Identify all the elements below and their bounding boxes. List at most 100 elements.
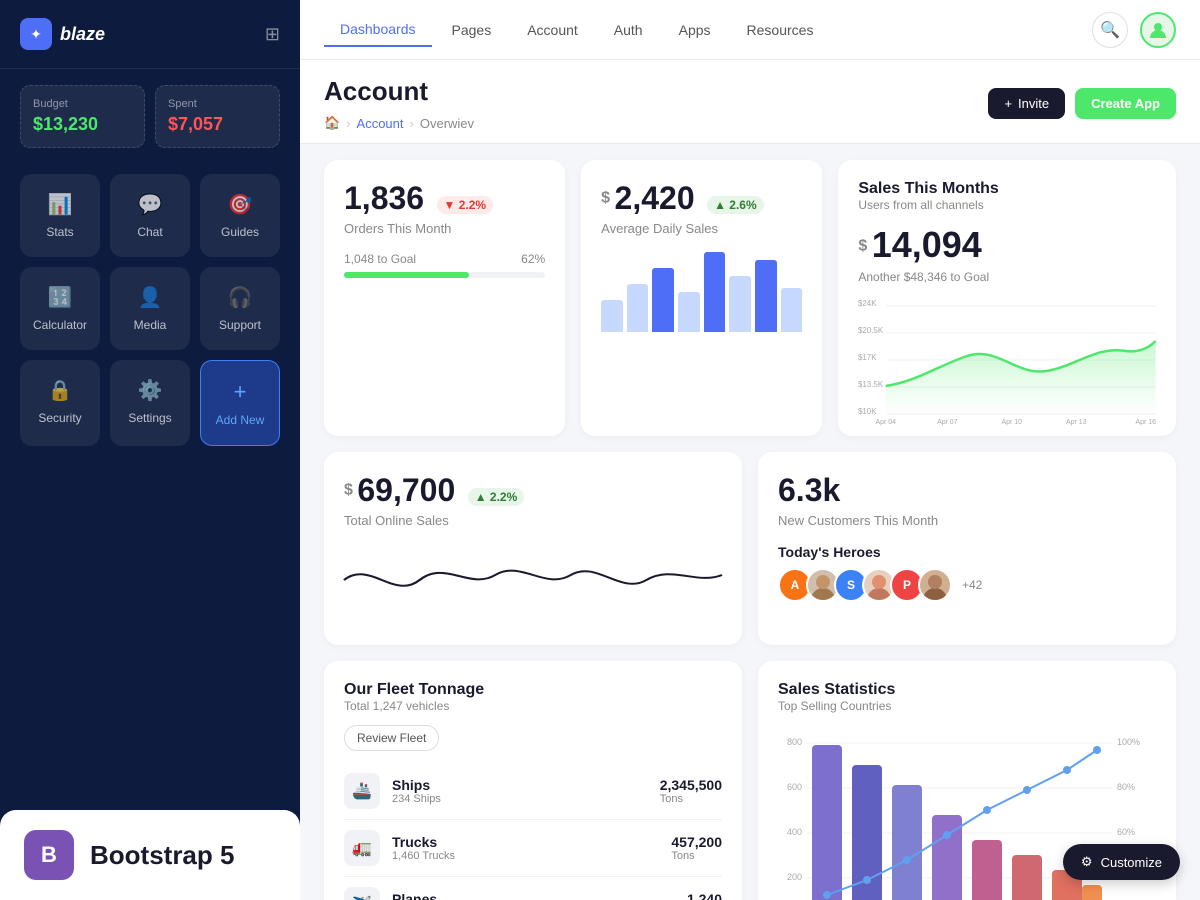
orders-label: Orders This Month bbox=[344, 221, 545, 236]
tab-auth[interactable]: Auth bbox=[598, 14, 659, 46]
create-app-button[interactable]: Create App bbox=[1075, 88, 1176, 119]
sidebar-item-chat[interactable]: 💬 Chat bbox=[110, 174, 190, 257]
bar bbox=[729, 276, 751, 332]
tab-account[interactable]: Account bbox=[511, 14, 594, 46]
logo-icon: ✦ bbox=[20, 18, 52, 50]
customize-label: Customize bbox=[1101, 855, 1162, 870]
daily-sales-badge: ▲ 2.6% bbox=[707, 196, 764, 214]
menu-icon[interactable]: ⊞ bbox=[265, 24, 280, 45]
sales-stats-sub: Top Selling Countries bbox=[778, 699, 1156, 713]
customize-button[interactable]: ⚙ Customize bbox=[1063, 844, 1180, 880]
sidebar-bottom: B Bootstrap 5 bbox=[0, 810, 300, 900]
sidebar-item-label: Settings bbox=[128, 411, 171, 425]
budget-card: Budget $13,230 bbox=[20, 85, 145, 148]
online-sales-value: 69,700 bbox=[357, 472, 455, 508]
sidebar-item-security[interactable]: 🔒 Security bbox=[20, 360, 100, 446]
orders-badge: ▼ 2.2% bbox=[437, 196, 494, 214]
bootstrap-logo: B bbox=[24, 830, 74, 880]
page-title: Account bbox=[324, 76, 474, 107]
sidebar-item-label: Support bbox=[219, 318, 261, 332]
add-new-icon: + bbox=[234, 379, 247, 405]
bar bbox=[781, 288, 803, 332]
progress-pct: 62% bbox=[521, 252, 545, 266]
svg-text:600: 600 bbox=[787, 782, 802, 792]
tab-resources[interactable]: Resources bbox=[731, 14, 830, 46]
avatar-button[interactable] bbox=[1140, 12, 1176, 48]
fleet-sub-label: 1,460 Trucks bbox=[392, 850, 455, 862]
progress-bar-fill bbox=[344, 272, 469, 278]
customers-label: New Customers This Month bbox=[778, 513, 1156, 528]
dashboard-scroll: 1,836 ▼ 2.2% Orders This Month 1,048 to … bbox=[300, 144, 1200, 900]
logo-area: ✦ blaze bbox=[20, 18, 105, 50]
security-icon: 🔒 bbox=[48, 378, 73, 403]
sales-month-value: 14,094 bbox=[872, 224, 982, 265]
sidebar-item-support[interactable]: 🎧 Support bbox=[200, 267, 280, 350]
search-button[interactable]: 🔍 bbox=[1092, 12, 1128, 48]
planes-icon: ✈️ bbox=[344, 887, 380, 900]
breadcrumb: 🏠 › Account › Overwiev bbox=[324, 115, 474, 143]
breadcrumb-overview: Overwiev bbox=[420, 116, 474, 131]
daily-sales-value: 2,420 bbox=[615, 180, 695, 216]
sales-stats-title: Sales Statistics bbox=[778, 681, 1156, 699]
trucks-icon: 🚛 bbox=[344, 830, 380, 866]
tab-dashboards[interactable]: Dashboards bbox=[324, 13, 432, 47]
media-icon: 👤 bbox=[138, 285, 163, 310]
review-fleet-button[interactable]: Review Fleet bbox=[344, 725, 439, 751]
top-nav: Dashboards Pages Account Auth Apps Resou… bbox=[300, 0, 1200, 60]
sidebar-item-add-new[interactable]: + Add New bbox=[200, 360, 280, 446]
sales-month-card: Sales This Months Users from all channel… bbox=[838, 160, 1176, 436]
sales-month-title: Sales This Months bbox=[858, 180, 1156, 198]
fleet-unit: Tons bbox=[660, 793, 722, 805]
breadcrumb-home[interactable]: 🏠 bbox=[324, 115, 340, 131]
hero-count: +42 bbox=[962, 578, 982, 592]
sidebar-item-label: Media bbox=[134, 318, 167, 332]
customize-icon: ⚙ bbox=[1081, 854, 1093, 870]
wave-chart bbox=[344, 540, 722, 620]
guides-icon: 🎯 bbox=[228, 192, 253, 217]
sidebar-item-guides[interactable]: 🎯 Guides bbox=[200, 174, 280, 257]
row2: $ 69,700 ▲ 2.2% Total Online Sales 6.3k … bbox=[324, 452, 1176, 645]
svg-text:100%: 100% bbox=[1117, 737, 1140, 747]
sales-line-chart: $24K $20.5K $17K $13.5K $10K bbox=[858, 296, 1156, 416]
sidebar-item-settings[interactable]: ⚙️ Settings bbox=[110, 360, 190, 446]
fleet-name: Ships bbox=[392, 777, 441, 793]
orders-value: 1,836 bbox=[344, 180, 424, 216]
svg-text:Apr 13: Apr 13 bbox=[1066, 419, 1087, 426]
sales-goal-text: Another $48,346 to Goal bbox=[858, 270, 1156, 284]
breadcrumb-account[interactable]: Account bbox=[357, 116, 404, 131]
spent-label: Spent bbox=[168, 98, 267, 110]
calculator-icon: 🔢 bbox=[48, 285, 73, 310]
tab-apps[interactable]: Apps bbox=[663, 14, 727, 46]
fleet-value: 457,200 bbox=[671, 834, 722, 850]
customers-value: 6.3k bbox=[778, 472, 840, 508]
bar bbox=[601, 300, 623, 332]
tab-pages[interactable]: Pages bbox=[436, 14, 508, 46]
svg-text:$24K: $24K bbox=[858, 299, 877, 308]
stats-row: 1,836 ▼ 2.2% Orders This Month 1,048 to … bbox=[324, 160, 1176, 436]
svg-text:Apr 07: Apr 07 bbox=[937, 419, 958, 426]
sidebar-item-label: Security bbox=[38, 411, 81, 425]
invite-button[interactable]: + Invite bbox=[988, 88, 1065, 119]
stats-icon: 📊 bbox=[48, 192, 73, 217]
page-header: Account 🏠 › Account › Overwiev + Invite … bbox=[300, 60, 1200, 144]
fleet-value: 1,240 bbox=[687, 891, 722, 900]
sidebar-item-media[interactable]: 👤 Media bbox=[110, 267, 190, 350]
sidebar-item-label: Guides bbox=[221, 225, 259, 239]
nav-grid: 📊 Stats 💬 Chat 🎯 Guides 🔢 Calculator 👤 M… bbox=[0, 164, 300, 456]
fleet-name: Trucks bbox=[392, 834, 455, 850]
fleet-name: Planes bbox=[392, 891, 441, 900]
sidebar-item-calculator[interactable]: 🔢 Calculator bbox=[20, 267, 100, 350]
fleet-item: 🚛 Trucks 1,460 Trucks 457,200 Tons bbox=[344, 820, 722, 877]
daily-sales-label: Average Daily Sales bbox=[601, 221, 802, 236]
svg-text:Apr 10: Apr 10 bbox=[1002, 419, 1023, 426]
bar bbox=[652, 268, 674, 332]
heroes-section: Today's Heroes A S P bbox=[778, 544, 1156, 602]
sidebar-item-stats[interactable]: 📊 Stats bbox=[20, 174, 100, 257]
svg-text:60%: 60% bbox=[1117, 827, 1135, 837]
svg-text:$17K: $17K bbox=[858, 353, 877, 362]
fleet-title: Our Fleet Tonnage bbox=[344, 681, 722, 699]
sidebar-item-label: Chat bbox=[137, 225, 162, 239]
svg-text:$13.5K: $13.5K bbox=[858, 380, 884, 389]
chat-icon: 💬 bbox=[138, 192, 163, 217]
invite-label: Invite bbox=[1018, 96, 1049, 111]
